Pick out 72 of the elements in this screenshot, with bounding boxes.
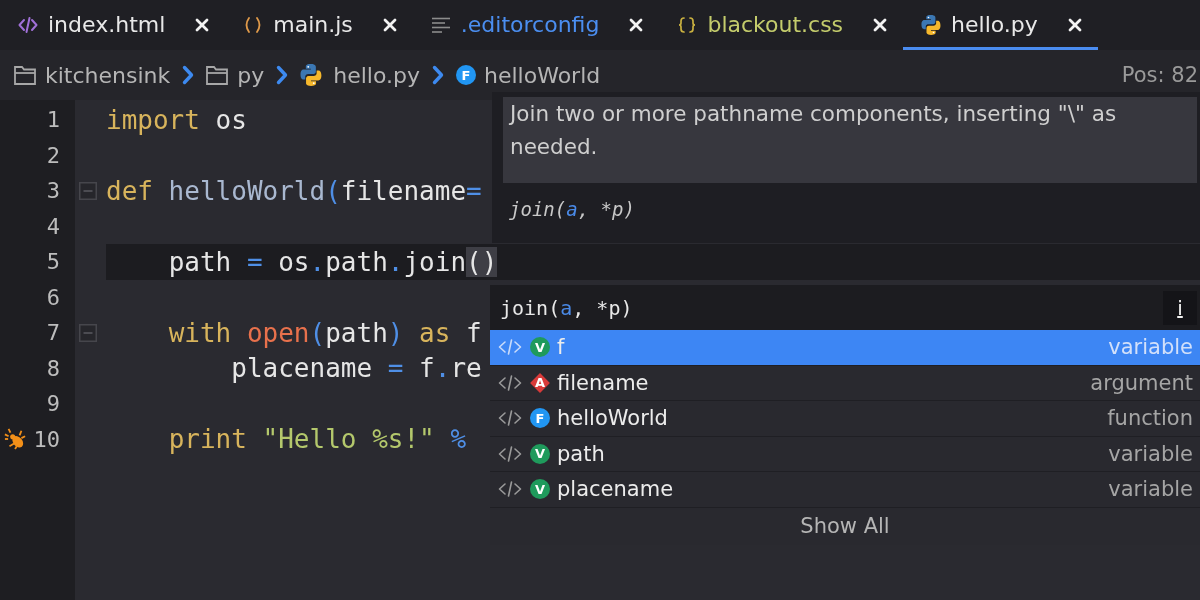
code-line: path = os.path.join(): [168, 246, 498, 277]
line-number: 2: [46, 142, 60, 168]
editor-tab[interactable]: .editorconfig: [412, 0, 660, 50]
line-number: 1: [46, 107, 60, 133]
show-all-button[interactable]: Show All: [490, 507, 1200, 545]
close-icon[interactable]: [873, 17, 888, 32]
code-line: import os: [106, 104, 247, 135]
code-icon: [498, 339, 522, 356]
editor-tab[interactable]: blackout.css: [659, 0, 904, 50]
completion-item[interactable]: V f variable: [490, 330, 1200, 366]
completion-name: placename: [557, 477, 674, 502]
python-icon: [921, 14, 942, 35]
signature-text: join(a, *p): [500, 295, 633, 320]
chevron-icon: [276, 65, 289, 85]
breadcrumb-item[interactable]: py: [206, 62, 265, 88]
completion-type: function: [1107, 406, 1193, 431]
line-number: 8: [46, 355, 60, 381]
completion-item[interactable]: F helloWorld function: [490, 401, 1200, 437]
text-lines-icon: [430, 16, 451, 33]
close-icon[interactable]: [195, 17, 210, 32]
line-number: 7: [46, 320, 60, 346]
code-line: print "Hello %s!" %: [168, 424, 467, 455]
line-number: 10: [33, 426, 60, 452]
close-icon[interactable]: [629, 17, 644, 32]
breadcrumb-item[interactable]: F helloWorld: [456, 62, 601, 88]
completion-item[interactable]: V path variable: [490, 436, 1200, 472]
chevron-icon: [182, 65, 195, 85]
completion-name: f: [557, 335, 565, 360]
doc-text: Join two or more pathname components, inserting "\" as needed.: [510, 100, 1118, 161]
line-number: 4: [46, 213, 60, 239]
completion-name: path: [557, 441, 605, 466]
completion-type: variable: [1108, 441, 1193, 466]
completion-item[interactable]: V placename variable: [490, 472, 1200, 508]
close-icon[interactable]: [382, 17, 397, 32]
code-line: with open(path) as f: [168, 317, 482, 348]
code-icon: [18, 16, 38, 33]
completion-type: argument: [1090, 370, 1193, 395]
code-icon: [498, 410, 522, 427]
argument-badge: A: [530, 372, 550, 393]
position-text: Pos: 82: [1121, 63, 1198, 87]
code-line: placename = f.re: [231, 353, 482, 384]
breadcrumb-item[interactable]: kitchensink: [14, 62, 171, 88]
bug-icon[interactable]: [4, 428, 26, 451]
function-badge: F: [456, 65, 476, 85]
completion-type: variable: [1108, 477, 1193, 502]
variable-badge: V: [530, 337, 550, 358]
code-icon: [498, 445, 522, 462]
editor-tab[interactable]: main.js: [225, 0, 413, 50]
function-badge: F: [530, 408, 550, 429]
info-button[interactable]: i: [1163, 290, 1197, 325]
line-number: 6: [46, 284, 60, 310]
folder-icon: [14, 65, 36, 85]
line-number: 3: [46, 178, 60, 204]
completion-name: helloWorld: [557, 406, 668, 431]
signature-text: join(a, *p): [509, 198, 635, 220]
completion-item[interactable]: A filename argument: [490, 365, 1200, 401]
completion-name: filename: [557, 370, 649, 395]
chevron-icon: [432, 65, 444, 85]
breadcrumb-item[interactable]: hello.py: [300, 62, 420, 88]
variable-badge: V: [530, 479, 550, 500]
editor-tab[interactable]: index.html: [0, 0, 226, 50]
line-number: 9: [46, 391, 60, 417]
code-icon: [498, 481, 522, 498]
code-line: def helloWorld(filename=: [106, 175, 482, 206]
folder-icon: [206, 65, 229, 85]
code-icon: [498, 374, 522, 391]
braces-icon: [677, 16, 698, 33]
python-icon: [300, 64, 323, 86]
variable-badge: V: [530, 443, 550, 464]
close-icon[interactable]: [1067, 17, 1082, 32]
line-number: 5: [46, 249, 60, 275]
completion-type: variable: [1108, 335, 1193, 360]
